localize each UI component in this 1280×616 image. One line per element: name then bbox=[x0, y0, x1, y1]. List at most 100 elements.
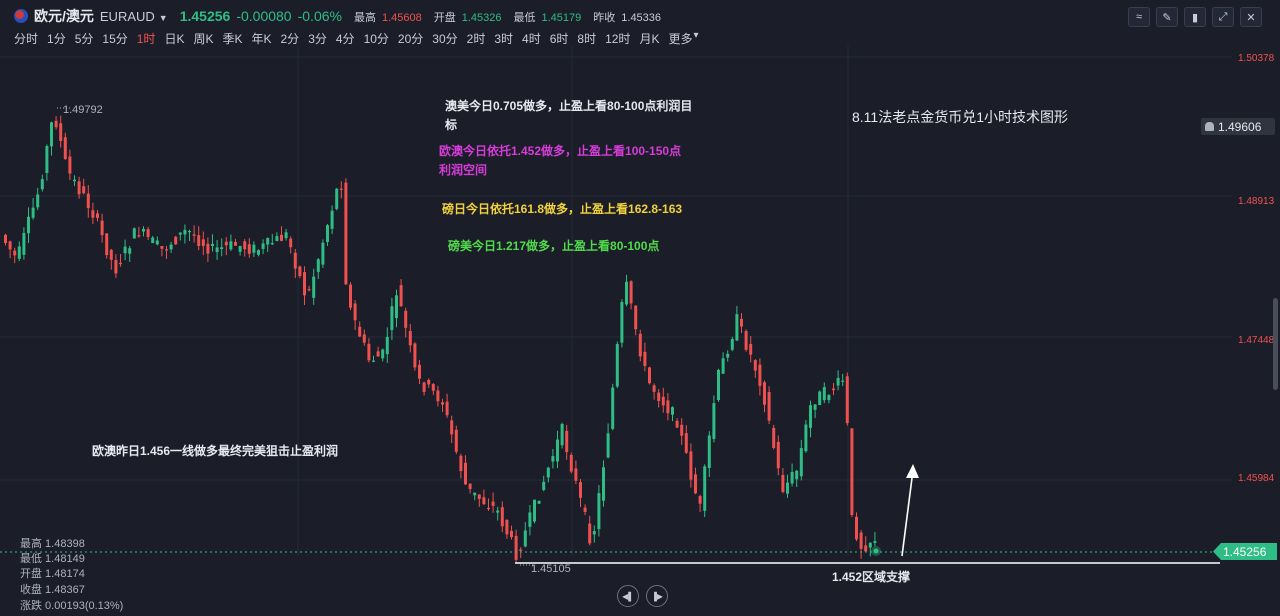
skip-back-icon[interactable]: ◀▌ bbox=[617, 585, 639, 607]
candle-body bbox=[174, 236, 178, 245]
candle-body bbox=[330, 210, 334, 229]
candle-body bbox=[372, 360, 375, 362]
candle-body bbox=[422, 382, 426, 392]
period-tab[interactable]: 8时 bbox=[577, 30, 596, 47]
open-label: 开盘 bbox=[433, 12, 456, 24]
candlestick-chart[interactable] bbox=[0, 46, 1280, 616]
candle-body bbox=[119, 262, 122, 265]
annotation-euraud-line2: 利润空间 bbox=[439, 163, 488, 177]
candle-body bbox=[772, 427, 776, 448]
candle-body bbox=[146, 229, 150, 237]
period-tab[interactable]: 20分 bbox=[398, 30, 423, 47]
candle-body bbox=[583, 507, 587, 512]
candle-body bbox=[786, 482, 789, 494]
price-alert-tag[interactable]: 1.49606 bbox=[1201, 118, 1275, 135]
chevron-down-icon[interactable]: ▾ bbox=[693, 30, 698, 47]
candle-body bbox=[620, 302, 624, 343]
candle-body bbox=[381, 349, 385, 359]
annotation-audusd-line1: 澳美今日0.705做多，止盈上看80-100点利润目 bbox=[445, 99, 693, 113]
fullscreen-icon[interactable]: ⤢ bbox=[1212, 7, 1234, 27]
period-tab[interactable]: 1分 bbox=[47, 30, 66, 47]
candle-body bbox=[684, 433, 688, 453]
period-tab[interactable]: 2时 bbox=[467, 30, 486, 47]
candle-body bbox=[321, 242, 325, 265]
close-icon[interactable]: ✕ bbox=[1240, 7, 1262, 27]
candle-body bbox=[63, 137, 67, 159]
candle-body bbox=[542, 481, 546, 491]
candle-body bbox=[721, 358, 725, 374]
candle-body bbox=[560, 423, 564, 446]
period-tab[interactable]: 1时 bbox=[137, 30, 156, 47]
period-tab[interactable]: 5分 bbox=[75, 30, 94, 47]
period-tab[interactable]: 更多 bbox=[668, 30, 692, 47]
period-tab[interactable]: 分时 bbox=[14, 30, 38, 47]
candle-body bbox=[261, 243, 265, 249]
candle-body bbox=[836, 377, 840, 386]
indicator-icon[interactable]: ≈ bbox=[1128, 7, 1150, 27]
period-tab[interactable]: 4时 bbox=[522, 30, 541, 47]
period-tab[interactable]: 12时 bbox=[605, 30, 630, 47]
period-tab[interactable]: 季K bbox=[222, 30, 242, 47]
candle-body bbox=[482, 497, 486, 505]
candle-body bbox=[813, 404, 817, 410]
candle-body bbox=[666, 400, 670, 414]
period-tab[interactable]: 周K bbox=[193, 30, 213, 47]
candle-body bbox=[220, 247, 224, 249]
candle-body bbox=[592, 531, 596, 535]
draw-pen-icon[interactable]: ✎ bbox=[1156, 7, 1178, 27]
candle-body bbox=[257, 250, 260, 255]
candle-body bbox=[546, 467, 550, 478]
candle-body bbox=[611, 387, 615, 429]
candle-body bbox=[395, 295, 398, 319]
period-tab[interactable]: 4分 bbox=[336, 30, 355, 47]
chevron-down-icon[interactable]: ▼ bbox=[159, 13, 168, 23]
period-tab[interactable]: 2分 bbox=[281, 30, 300, 47]
period-tab[interactable]: 日K bbox=[164, 30, 184, 47]
candle-body bbox=[749, 344, 753, 355]
candle-body bbox=[767, 391, 771, 421]
candle-body bbox=[155, 240, 159, 245]
candle-style-icon[interactable]: ▮ bbox=[1184, 7, 1206, 27]
chart-area[interactable] bbox=[0, 46, 1280, 616]
candle-body bbox=[270, 243, 274, 245]
ohlc-low: 最低 1.48149 bbox=[20, 553, 85, 565]
candle-body bbox=[565, 430, 569, 453]
eur-aud-flag-icon bbox=[14, 9, 28, 23]
symbol-code[interactable]: EURAUD bbox=[100, 9, 155, 24]
up-arrow-head bbox=[906, 464, 919, 478]
period-tab[interactable]: 年K bbox=[251, 30, 271, 47]
candle-body bbox=[54, 120, 58, 128]
candle-body bbox=[864, 545, 868, 552]
axis-label: 1.47448 bbox=[1238, 335, 1275, 346]
candle-body bbox=[850, 428, 854, 515]
scrollbar[interactable] bbox=[1273, 298, 1278, 390]
price-change: -0.00080 bbox=[236, 8, 292, 24]
axis-label: 1.50378 bbox=[1238, 53, 1275, 64]
candle-body bbox=[822, 387, 826, 401]
skip-forward-icon[interactable]: ▐▶ bbox=[646, 585, 668, 607]
candle-body bbox=[809, 405, 812, 428]
period-tab[interactable]: 15分 bbox=[102, 30, 127, 47]
annotation-gbpusd: 磅美今日1.217做多，止盈上看80-100点 bbox=[448, 239, 660, 253]
period-tab[interactable]: 6时 bbox=[550, 30, 569, 47]
candle-body bbox=[441, 402, 444, 405]
price-change-pct: -0.06% bbox=[297, 8, 342, 24]
candle-body bbox=[404, 310, 408, 328]
period-tab[interactable]: 3分 bbox=[308, 30, 327, 47]
symbol-name[interactable]: 欧元/澳元 bbox=[34, 6, 94, 26]
period-tab[interactable]: 30分 bbox=[432, 30, 457, 47]
period-tab[interactable]: 月K bbox=[639, 30, 659, 47]
candle-body bbox=[781, 474, 785, 492]
candle-body bbox=[698, 496, 702, 504]
candle-body bbox=[859, 532, 863, 549]
candle-body bbox=[615, 344, 619, 387]
period-tab[interactable]: 3时 bbox=[494, 30, 513, 47]
candle-body bbox=[694, 474, 697, 494]
quote-header: 欧元/澳元 EURAUD ▼ 1.45256 -0.00080 -0.06% 最… bbox=[0, 0, 1280, 28]
candle-body bbox=[17, 246, 21, 259]
candle-body bbox=[316, 259, 320, 272]
candle-body bbox=[335, 188, 339, 209]
low-value: 1.45179 bbox=[541, 12, 582, 24]
period-tab[interactable]: 10分 bbox=[364, 30, 389, 47]
candle-body bbox=[114, 259, 118, 274]
